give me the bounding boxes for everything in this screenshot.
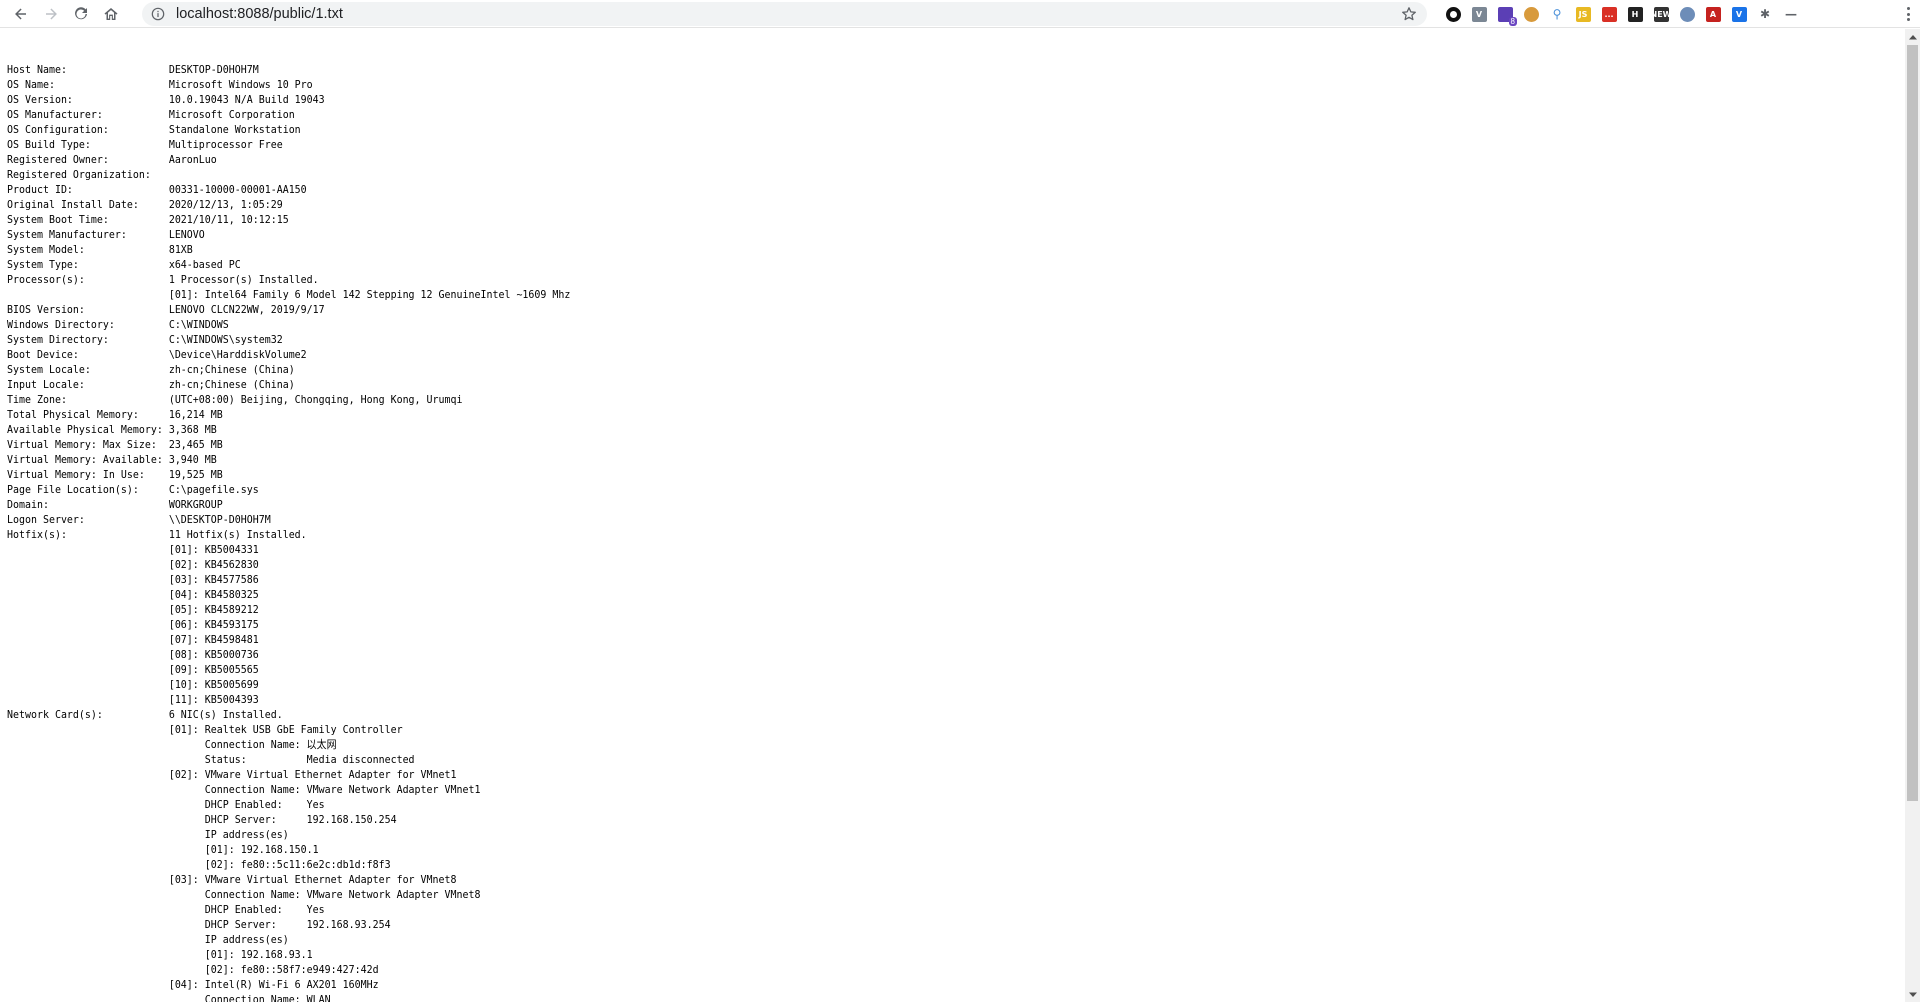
- bookmark-star-icon[interactable]: [1401, 6, 1417, 22]
- address-bar[interactable]: localhost:8088/public/1.txt: [142, 2, 1427, 26]
- cookie-icon[interactable]: [1518, 3, 1544, 25]
- scroll-up-icon[interactable]: [1905, 29, 1920, 44]
- scroll-thumb[interactable]: [1907, 45, 1918, 801]
- home-button[interactable]: [96, 0, 126, 28]
- vertical-scrollbar[interactable]: [1905, 29, 1920, 1002]
- forward-arrow-icon: [46, 8, 57, 19]
- vue-devtools-icon[interactable]: V: [1466, 3, 1492, 25]
- vpn-icon[interactable]: V: [1726, 3, 1752, 25]
- browser-toolbar: localhost:8088/public/1.txt V 8 ⚲ JS... H NEW…: [0, 0, 1920, 28]
- new-icon[interactable]: NEW: [1648, 3, 1674, 25]
- reload-icon: [75, 6, 87, 19]
- systeminfo-text: Host Name: DESKTOP-D0HOH7M OS Name: Micr…: [7, 63, 571, 1002]
- back-arrow-icon: [15, 8, 26, 19]
- pin-icon[interactable]: ⚲: [1544, 3, 1570, 25]
- h-icon[interactable]: H: [1622, 3, 1648, 25]
- home-icon: [104, 7, 118, 20]
- page-content: Host Name: DESKTOP-D0HOH7M OS Name: Micr…: [0, 29, 1905, 1002]
- back-button[interactable]: [6, 0, 36, 28]
- pdf-icon[interactable]: A: [1700, 3, 1726, 25]
- extensions-bar: V 8 ⚲ JS... H NEW A V ✱ —: [1440, 3, 1804, 26]
- scroll-down-icon[interactable]: [1905, 987, 1920, 1002]
- red-bar-icon[interactable]: ...: [1596, 3, 1622, 25]
- compass-icon[interactable]: [1674, 3, 1700, 25]
- site-info-icon[interactable]: [150, 6, 166, 22]
- browser-menu-icon[interactable]: [1900, 4, 1916, 24]
- js-icon[interactable]: JS: [1570, 3, 1596, 25]
- obsidian-icon[interactable]: [1440, 3, 1466, 25]
- puzzle-icon[interactable]: ✱: [1752, 3, 1778, 25]
- extension-badge: 8: [1508, 17, 1517, 26]
- reload-button[interactable]: [66, 0, 96, 28]
- forward-button[interactable]: [36, 0, 66, 28]
- url-text[interactable]: localhost:8088/public/1.txt: [176, 6, 343, 22]
- stack-icon[interactable]: 8: [1492, 3, 1518, 26]
- minus-icon[interactable]: —: [1778, 3, 1804, 25]
